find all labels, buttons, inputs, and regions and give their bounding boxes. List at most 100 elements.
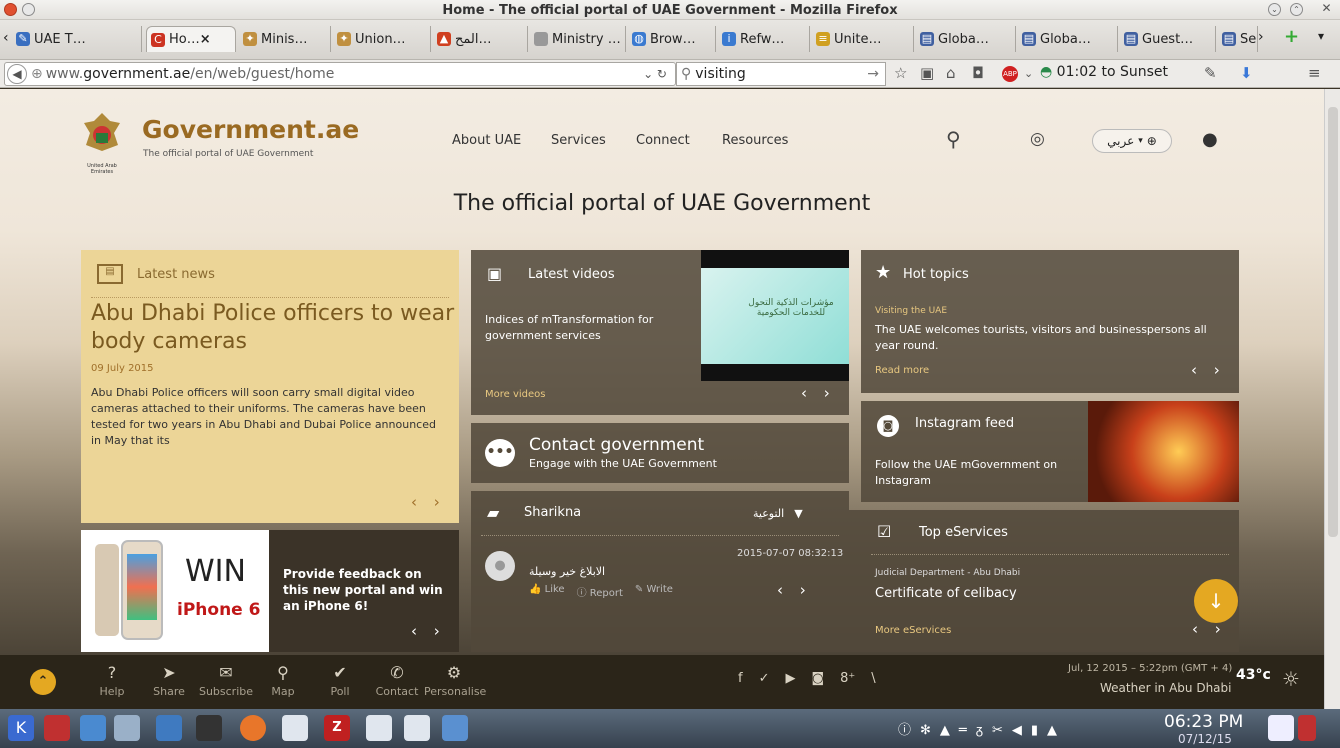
tab[interactable]: ◍ Brow… xyxy=(628,26,716,52)
instagram-image[interactable] xyxy=(1088,401,1239,502)
close-window-icon[interactable]: ✕ xyxy=(1320,2,1333,16)
nav-resources[interactable]: Resources xyxy=(722,133,788,148)
system-tray[interactable]: ⓘ✻▲═ᵹ✂◀▮▲ xyxy=(898,719,1066,738)
document2-icon[interactable] xyxy=(366,715,392,741)
desktop-icon[interactable] xyxy=(80,715,106,741)
nav-about-uae[interactable]: About UAE xyxy=(452,133,521,148)
eservices-prev-next-icon[interactable]: ‹ › xyxy=(1192,620,1227,638)
addon-icon[interactable]: ✎ xyxy=(1204,64,1217,82)
write-button[interactable]: ✎ Write xyxy=(635,584,673,599)
scroll-up-button[interactable]: ⌃ xyxy=(30,669,56,695)
read-more-link[interactable]: Read more xyxy=(875,365,929,376)
file-manager-icon[interactable] xyxy=(156,715,182,741)
sharikna-filter-dropdown[interactable]: التوعية ▼ xyxy=(753,507,803,520)
tab[interactable]: ▤ Globa… xyxy=(1018,26,1118,52)
twitter-icon[interactable]: ✓ xyxy=(759,671,770,686)
weather-place[interactable]: Weather in Abu Dhabi xyxy=(1100,681,1232,695)
videos-prev-next-icon[interactable]: ‹ › xyxy=(801,384,836,402)
tab[interactable]: ▤ Guest… xyxy=(1120,26,1216,52)
language-selector[interactable]: عربي ▾ ⊕ xyxy=(1092,129,1172,153)
eservice-name[interactable]: Certificate of celibacy xyxy=(875,586,1017,601)
page-scrollbar[interactable] xyxy=(1324,89,1340,709)
instagram-feed-panel[interactable]: ◙ Instagram feed Follow the UAE mGovernm… xyxy=(861,401,1239,502)
footer-poll-button[interactable]: ✔ Poll xyxy=(310,663,370,698)
site-search-icon[interactable]: ⚲ xyxy=(946,127,961,151)
tab[interactable]: ✦ Union… xyxy=(333,26,431,52)
more-videos-link[interactable]: More videos xyxy=(485,389,546,400)
rss-icon[interactable]: \ xyxy=(871,671,875,686)
reading-list-icon[interactable]: ▣ xyxy=(920,64,934,82)
document3-icon[interactable] xyxy=(404,715,430,741)
like-button[interactable]: 👍 Like xyxy=(529,584,565,599)
tab[interactable]: Ministry … xyxy=(530,26,626,52)
tab[interactable]: ≡ Unite… xyxy=(812,26,914,52)
footer-share-button[interactable]: ➤ Share xyxy=(139,663,199,698)
instagram-footer-icon[interactable]: ◙ xyxy=(811,671,824,686)
sunset-widget[interactable]: ◓ 01:02 to Sunset xyxy=(1040,64,1168,80)
adblock-menu-icon[interactable]: ⌄ xyxy=(1024,67,1033,80)
iphone-promo-banner[interactable]: WIN iPhone 6 Provide feedback on this ne… xyxy=(81,530,459,652)
footer-contact-button[interactable]: ✆ Contact xyxy=(367,663,427,698)
news-prev-next-icon[interactable]: ‹ › xyxy=(411,493,446,511)
home-icon[interactable]: ⌂ xyxy=(946,64,956,82)
hot-topics-panel[interactable]: ★ Hot topics Visiting the UAE The UAE we… xyxy=(861,250,1239,393)
download-icon[interactable]: ⬇ xyxy=(1240,64,1253,82)
sharikna-panel[interactable]: ▰ Sharikna التوعية ▼ ● 2015-07-07 08:32:1… xyxy=(471,491,849,652)
promo-prev-next-icon[interactable]: ‹ › xyxy=(411,622,446,640)
tab[interactable]: ✦ Minis… xyxy=(239,26,331,52)
footer-help-button[interactable]: ? Help xyxy=(82,663,142,698)
search-go-icon[interactable]: → xyxy=(867,66,879,82)
tab[interactable]: ▲ المح… xyxy=(433,26,528,52)
window-icon[interactable] xyxy=(442,715,468,741)
report-button[interactable]: ⓘ Report xyxy=(577,584,623,599)
footer-subscribe-button[interactable]: ✉ Subscribe xyxy=(196,663,256,698)
activities-icon[interactable] xyxy=(114,715,140,741)
site-logo-title[interactable]: Government.ae xyxy=(142,115,359,144)
search-field[interactable]: ⚲ visiting → xyxy=(676,62,886,86)
menu-icon[interactable]: ≡ xyxy=(1308,64,1321,82)
tab-scroll-right-icon[interactable]: › xyxy=(1258,29,1264,45)
tab-list-icon[interactable]: ▾ xyxy=(1318,29,1324,43)
url-bar[interactable]: ◀ ⊕ www. government.ae/en/web/guest/home … xyxy=(4,62,676,86)
minimize-icon[interactable]: ⌄ xyxy=(1268,3,1281,16)
uae-emblem-logo[interactable]: United Arab Emirates xyxy=(80,111,124,175)
notes-icon[interactable] xyxy=(1268,715,1294,741)
notification-icon[interactable] xyxy=(1298,715,1316,741)
footer-map-button[interactable]: ⚲ Map xyxy=(253,663,313,698)
maximize-icon[interactable]: ⌃ xyxy=(1290,3,1303,16)
app-launcher-icon[interactable] xyxy=(44,715,70,741)
filezilla-icon[interactable]: Z xyxy=(324,715,350,741)
scroll-down-button[interactable]: ↓ xyxy=(1194,579,1238,623)
youtube-icon[interactable]: ▶ xyxy=(785,671,795,686)
adblock-icon[interactable]: ABP xyxy=(1002,66,1018,82)
nav-services[interactable]: Services xyxy=(551,133,606,148)
google-plus-icon[interactable]: 8⁺ xyxy=(840,671,855,686)
hot-topics-prev-next-icon[interactable]: ‹ › xyxy=(1191,361,1226,379)
tab[interactable]: C Ho… × xyxy=(146,26,236,52)
bookmark-star-icon[interactable]: ☆ xyxy=(894,64,907,82)
tab[interactable]: ▤ Globa… xyxy=(916,26,1016,52)
tab[interactable]: ✎ UAE T… xyxy=(12,26,142,52)
close-tab-icon[interactable]: × xyxy=(200,32,211,47)
video-title[interactable]: Indices of mTransformation for governmen… xyxy=(485,312,695,344)
new-tab-icon[interactable]: + xyxy=(1284,26,1299,47)
footer-personalise-button[interactable]: ⚙ Personalise xyxy=(424,663,486,698)
tab-scroll-left-icon[interactable]: ‹ xyxy=(3,30,9,46)
video-thumbnail[interactable]: مؤشرات الذكية التحول للخدمات الحكومية xyxy=(701,250,849,381)
firefox-icon[interactable] xyxy=(240,715,266,741)
user-account-icon[interactable]: ● xyxy=(1202,129,1218,150)
more-eservices-link[interactable]: More eServices xyxy=(875,625,951,636)
latest-videos-panel[interactable]: ▣ Latest videos Indices of mTransformati… xyxy=(471,250,849,415)
pocket-icon[interactable]: ◘ xyxy=(972,64,984,82)
site-identity-icon[interactable]: ⊕ xyxy=(31,66,43,82)
document-icon[interactable] xyxy=(282,715,308,741)
news-headline[interactable]: Abu Dhabi Police officers to wear body c… xyxy=(91,300,456,356)
latest-news-panel[interactable]: ▤ Latest news Abu Dhabi Police officers … xyxy=(81,250,459,523)
nav-connect[interactable]: Connect xyxy=(636,133,690,148)
contact-government-panel[interactable]: ••• Contact government Engage with the U… xyxy=(471,423,849,483)
top-eservices-panel[interactable]: ☑ Top eServices Judicial Department - Ab… xyxy=(849,510,1239,652)
reload-icon[interactable]: ⌄ ↻ xyxy=(643,67,667,81)
back-icon[interactable]: ◀ xyxy=(7,64,27,84)
terminal-icon[interactable] xyxy=(196,715,222,741)
facebook-icon[interactable]: f xyxy=(738,671,743,686)
